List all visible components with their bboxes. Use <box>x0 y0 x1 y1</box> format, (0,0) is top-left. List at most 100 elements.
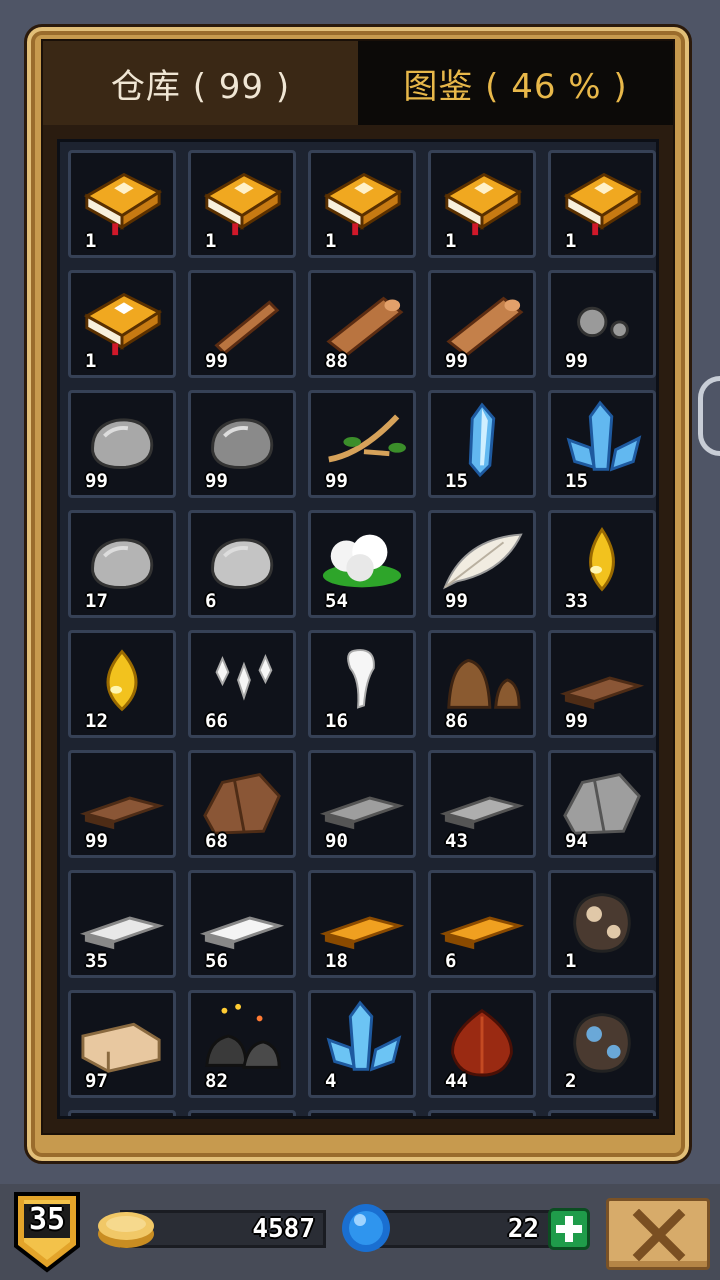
ore-rock-icon <box>211 538 274 589</box>
plus-icon <box>556 1216 582 1242</box>
tab-warehouse[interactable]: 仓库 ( 99 ) <box>43 41 358 125</box>
item-quantity: 88 <box>325 350 348 372</box>
inventory-slot[interactable]: 86 <box>428 630 536 738</box>
book-yellow-icon <box>83 172 163 236</box>
inventory-slot[interactable]: 99 <box>308 390 416 498</box>
item-quantity: 86 <box>445 710 468 732</box>
inventory-slot[interactable]: 17 <box>68 510 176 618</box>
tab-collection[interactable]: 图鉴 ( 46 % ) <box>358 41 673 125</box>
red-bulb-icon <box>451 1008 513 1077</box>
inventory-slot[interactable]: 1 <box>188 150 296 258</box>
item-grid: 1 1 1 1 1 1 99 88 99 99 99 99 99 15 15 17 6 54 99 33 12 66 16 8… <box>68 150 656 1116</box>
item-quantity: 66 <box>205 710 228 732</box>
stick-icon <box>214 300 280 356</box>
item-quantity: 43 <box>445 830 468 852</box>
inventory-slot[interactable]: 33 <box>548 510 656 618</box>
inventory-slot[interactable]: 2 <box>548 990 656 1098</box>
feather-icon <box>443 533 523 590</box>
ice-crystal-icon <box>326 1000 402 1072</box>
inventory-slot-partial[interactable] <box>188 1110 296 1116</box>
item-quantity: 1 <box>325 230 337 252</box>
gem-amount: 22 <box>507 1214 539 1244</box>
inventory-slot[interactable]: 99 <box>188 270 296 378</box>
inventory-slot[interactable]: 90 <box>308 750 416 858</box>
item-quantity: 99 <box>205 350 228 372</box>
inventory-slot[interactable]: 66 <box>188 630 296 738</box>
inventory-slot[interactable]: 16 <box>308 630 416 738</box>
inventory-slot[interactable]: 99 <box>428 510 536 618</box>
inventory-slot[interactable]: 68 <box>188 750 296 858</box>
inventory-slot[interactable]: 43 <box>428 750 536 858</box>
inventory-slot[interactable]: 1 <box>308 150 416 258</box>
inventory-slot[interactable]: 54 <box>308 510 416 618</box>
item-quantity: 2 <box>565 1070 577 1092</box>
inventory-slot[interactable]: 35 <box>68 870 176 978</box>
inventory-slot[interactable]: 82 <box>188 990 296 1098</box>
item-quantity: 44 <box>445 1070 468 1092</box>
big-wood-log-icon <box>446 296 524 357</box>
item-quantity: 33 <box>565 590 588 612</box>
inventory-slot[interactable]: 99 <box>428 270 536 378</box>
inventory-slot[interactable]: 15 <box>548 390 656 498</box>
item-quantity: 6 <box>445 950 457 972</box>
brown-ingot-icon <box>79 796 165 830</box>
inventory-slot[interactable]: 44 <box>428 990 536 1098</box>
inventory-slot[interactable]: 1 <box>428 150 536 258</box>
item-quantity: 1 <box>565 230 577 252</box>
item-quantity: 99 <box>565 350 588 372</box>
inventory-slot[interactable]: 99 <box>188 390 296 498</box>
book-white-emblem-icon <box>83 292 163 356</box>
inventory-slot[interactable]: 99 <box>68 750 176 858</box>
inventory-slot-partial[interactable] <box>428 1110 536 1116</box>
inventory-slot[interactable]: 1 <box>548 870 656 978</box>
inventory-slot[interactable]: 12 <box>68 630 176 738</box>
item-quantity: 99 <box>325 470 348 492</box>
side-drawer-handle[interactable] <box>698 376 720 456</box>
item-grid-viewport[interactable]: 1 1 1 1 1 1 99 88 99 99 99 99 99 15 15 17 6 54 99 33 12 66 16 8… <box>57 139 659 1119</box>
item-quantity: 1 <box>565 950 577 972</box>
book-yellow-icon <box>563 172 643 236</box>
inventory-slot[interactable]: 99 <box>68 390 176 498</box>
inventory-slot[interactable]: 6 <box>428 870 536 978</box>
inventory-slot[interactable]: 99 <box>548 270 656 378</box>
book-yellow-icon <box>203 172 283 236</box>
blue-crystal-icon <box>468 402 496 478</box>
branch-icon <box>328 414 406 463</box>
inventory-slot-partial[interactable] <box>548 1110 656 1116</box>
player-level: 35 <box>28 1202 66 1237</box>
inventory-slot[interactable]: 94 <box>548 750 656 858</box>
gem-bar: 22 <box>364 1210 556 1248</box>
inventory-slot-partial[interactable] <box>68 1110 176 1116</box>
white-tooth-icon <box>347 649 375 709</box>
inventory-slot[interactable]: 1 <box>68 150 176 258</box>
inventory-slot[interactable]: 15 <box>428 390 536 498</box>
crystal-cluster-icon <box>566 400 642 472</box>
item-quantity: 1 <box>85 350 97 372</box>
sandstone-brick-icon <box>81 1022 161 1073</box>
inventory-slot[interactable]: 6 <box>188 510 296 618</box>
inventory-slot[interactable]: 18 <box>308 870 416 978</box>
inventory-slot[interactable]: 97 <box>68 990 176 1098</box>
add-gems-button[interactable] <box>548 1208 590 1250</box>
close-button[interactable] <box>606 1198 710 1270</box>
coal-icon <box>205 1003 281 1069</box>
close-icon <box>632 1209 686 1261</box>
inventory-slot[interactable]: 4 <box>308 990 416 1098</box>
yellow-drop-icon <box>589 527 615 592</box>
white-fangs-icon <box>215 654 273 701</box>
inventory-slot[interactable]: 1 <box>68 270 176 378</box>
pebbles-icon <box>577 306 629 340</box>
item-quantity: 99 <box>445 350 468 372</box>
item-quantity: 94 <box>565 830 588 852</box>
item-quantity: 99 <box>205 470 228 492</box>
inventory-slot[interactable]: 1 <box>548 150 656 258</box>
inventory-slot[interactable]: 99 <box>548 630 656 738</box>
ore-chunk-icon <box>91 538 154 589</box>
item-quantity: 99 <box>445 590 468 612</box>
inventory-slot-partial[interactable] <box>308 1110 416 1116</box>
item-quantity: 99 <box>565 710 588 732</box>
item-quantity: 17 <box>85 590 108 612</box>
inventory-slot[interactable]: 88 <box>308 270 416 378</box>
item-quantity: 90 <box>325 830 348 852</box>
inventory-slot[interactable]: 56 <box>188 870 296 978</box>
